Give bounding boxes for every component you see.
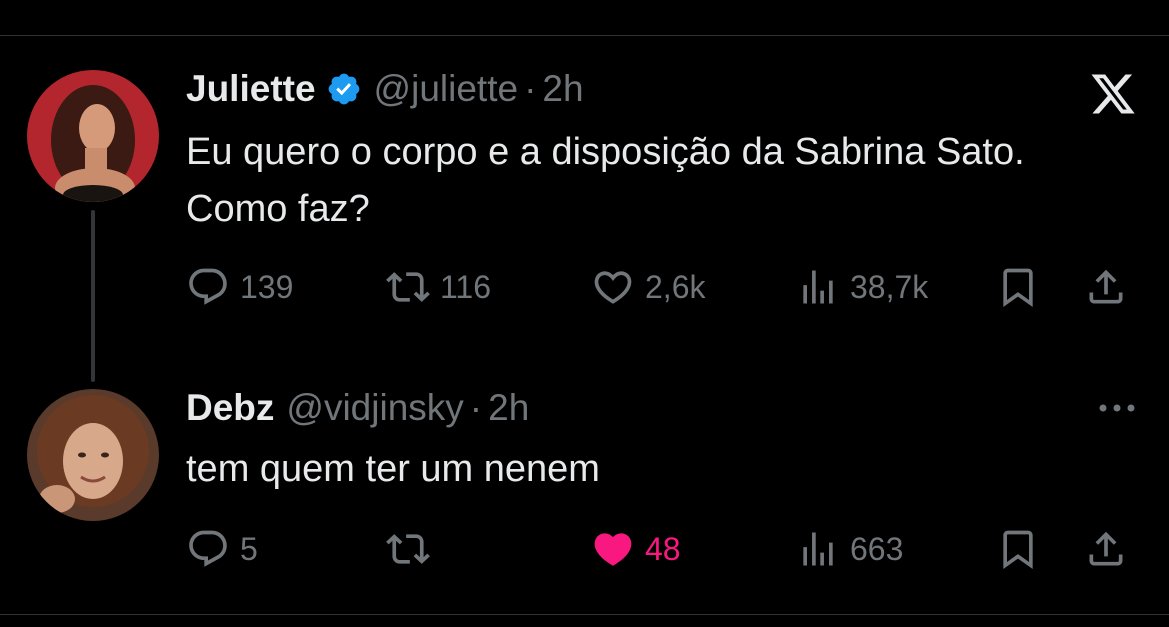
share-icon	[1089, 531, 1123, 566]
heart-filled-icon	[594, 533, 632, 566]
reply-actions: 5 48 663	[186, 527, 1146, 571]
tweet-actions: 139 116 2,6k 38,7k	[186, 265, 1146, 309]
share-button[interactable]	[1084, 265, 1128, 309]
bookmark-button[interactable]	[996, 265, 1040, 309]
views-icon	[803, 532, 833, 566]
views-button[interactable]: 663	[796, 527, 903, 571]
author-handle[interactable]: @vidjinsky	[286, 387, 463, 429]
bookmark-icon	[1003, 268, 1033, 308]
reply-icon	[189, 268, 227, 305]
separator-dot: ·	[469, 387, 483, 428]
bottom-divider	[0, 614, 1169, 615]
x-logo-icon	[1091, 74, 1135, 114]
repost-icon	[386, 534, 430, 564]
avatar[interactable]	[27, 70, 159, 202]
reply-button[interactable]: 5	[186, 527, 258, 571]
separator-dot: ·	[524, 68, 537, 109]
repost-icon	[386, 272, 430, 302]
author-name[interactable]: Juliette	[186, 68, 316, 110]
thread-line	[91, 210, 95, 382]
like-button[interactable]: 2,6k	[591, 265, 705, 309]
views-count: 38,7k	[850, 268, 929, 305]
avatar[interactable]	[27, 389, 159, 521]
like-count: 2,6k	[645, 268, 706, 305]
repost-button[interactable]: 116	[386, 265, 491, 309]
share-icon	[1089, 269, 1123, 304]
share-button[interactable]	[1084, 527, 1128, 571]
views-button[interactable]: 38,7k	[796, 265, 928, 309]
timestamp[interactable]: 2h	[488, 387, 529, 429]
repost-count: 116	[440, 268, 492, 305]
reply-count: 139	[240, 268, 294, 305]
author-name[interactable]: Debz	[186, 387, 274, 429]
timestamp[interactable]: 2h	[542, 68, 583, 110]
tweet-text: Eu quero o corpo e a disposição da Sabri…	[186, 131, 1025, 230]
repost-button[interactable]	[386, 527, 440, 571]
reply-button[interactable]: 139	[186, 265, 293, 309]
reply-text: tem quem ter um nenem	[186, 448, 600, 490]
reply-count: 5	[240, 530, 258, 567]
reply-header: Debz @vidjinsky · 2h	[186, 387, 529, 429]
views-count: 663	[850, 530, 904, 567]
like-count: 48	[645, 530, 681, 567]
verified-badge-icon	[328, 73, 359, 105]
author-handle[interactable]: @juliette	[374, 68, 519, 110]
tweet-header: Juliette @juliette · 2h	[186, 68, 584, 110]
bookmark-icon	[1003, 530, 1033, 570]
reply-icon	[189, 530, 227, 567]
bookmark-button[interactable]	[996, 527, 1040, 571]
more-options-icon[interactable]	[1095, 394, 1139, 422]
heart-icon	[594, 271, 632, 304]
like-button[interactable]: 48	[591, 527, 681, 571]
views-icon	[803, 270, 833, 304]
top-divider	[0, 35, 1169, 36]
